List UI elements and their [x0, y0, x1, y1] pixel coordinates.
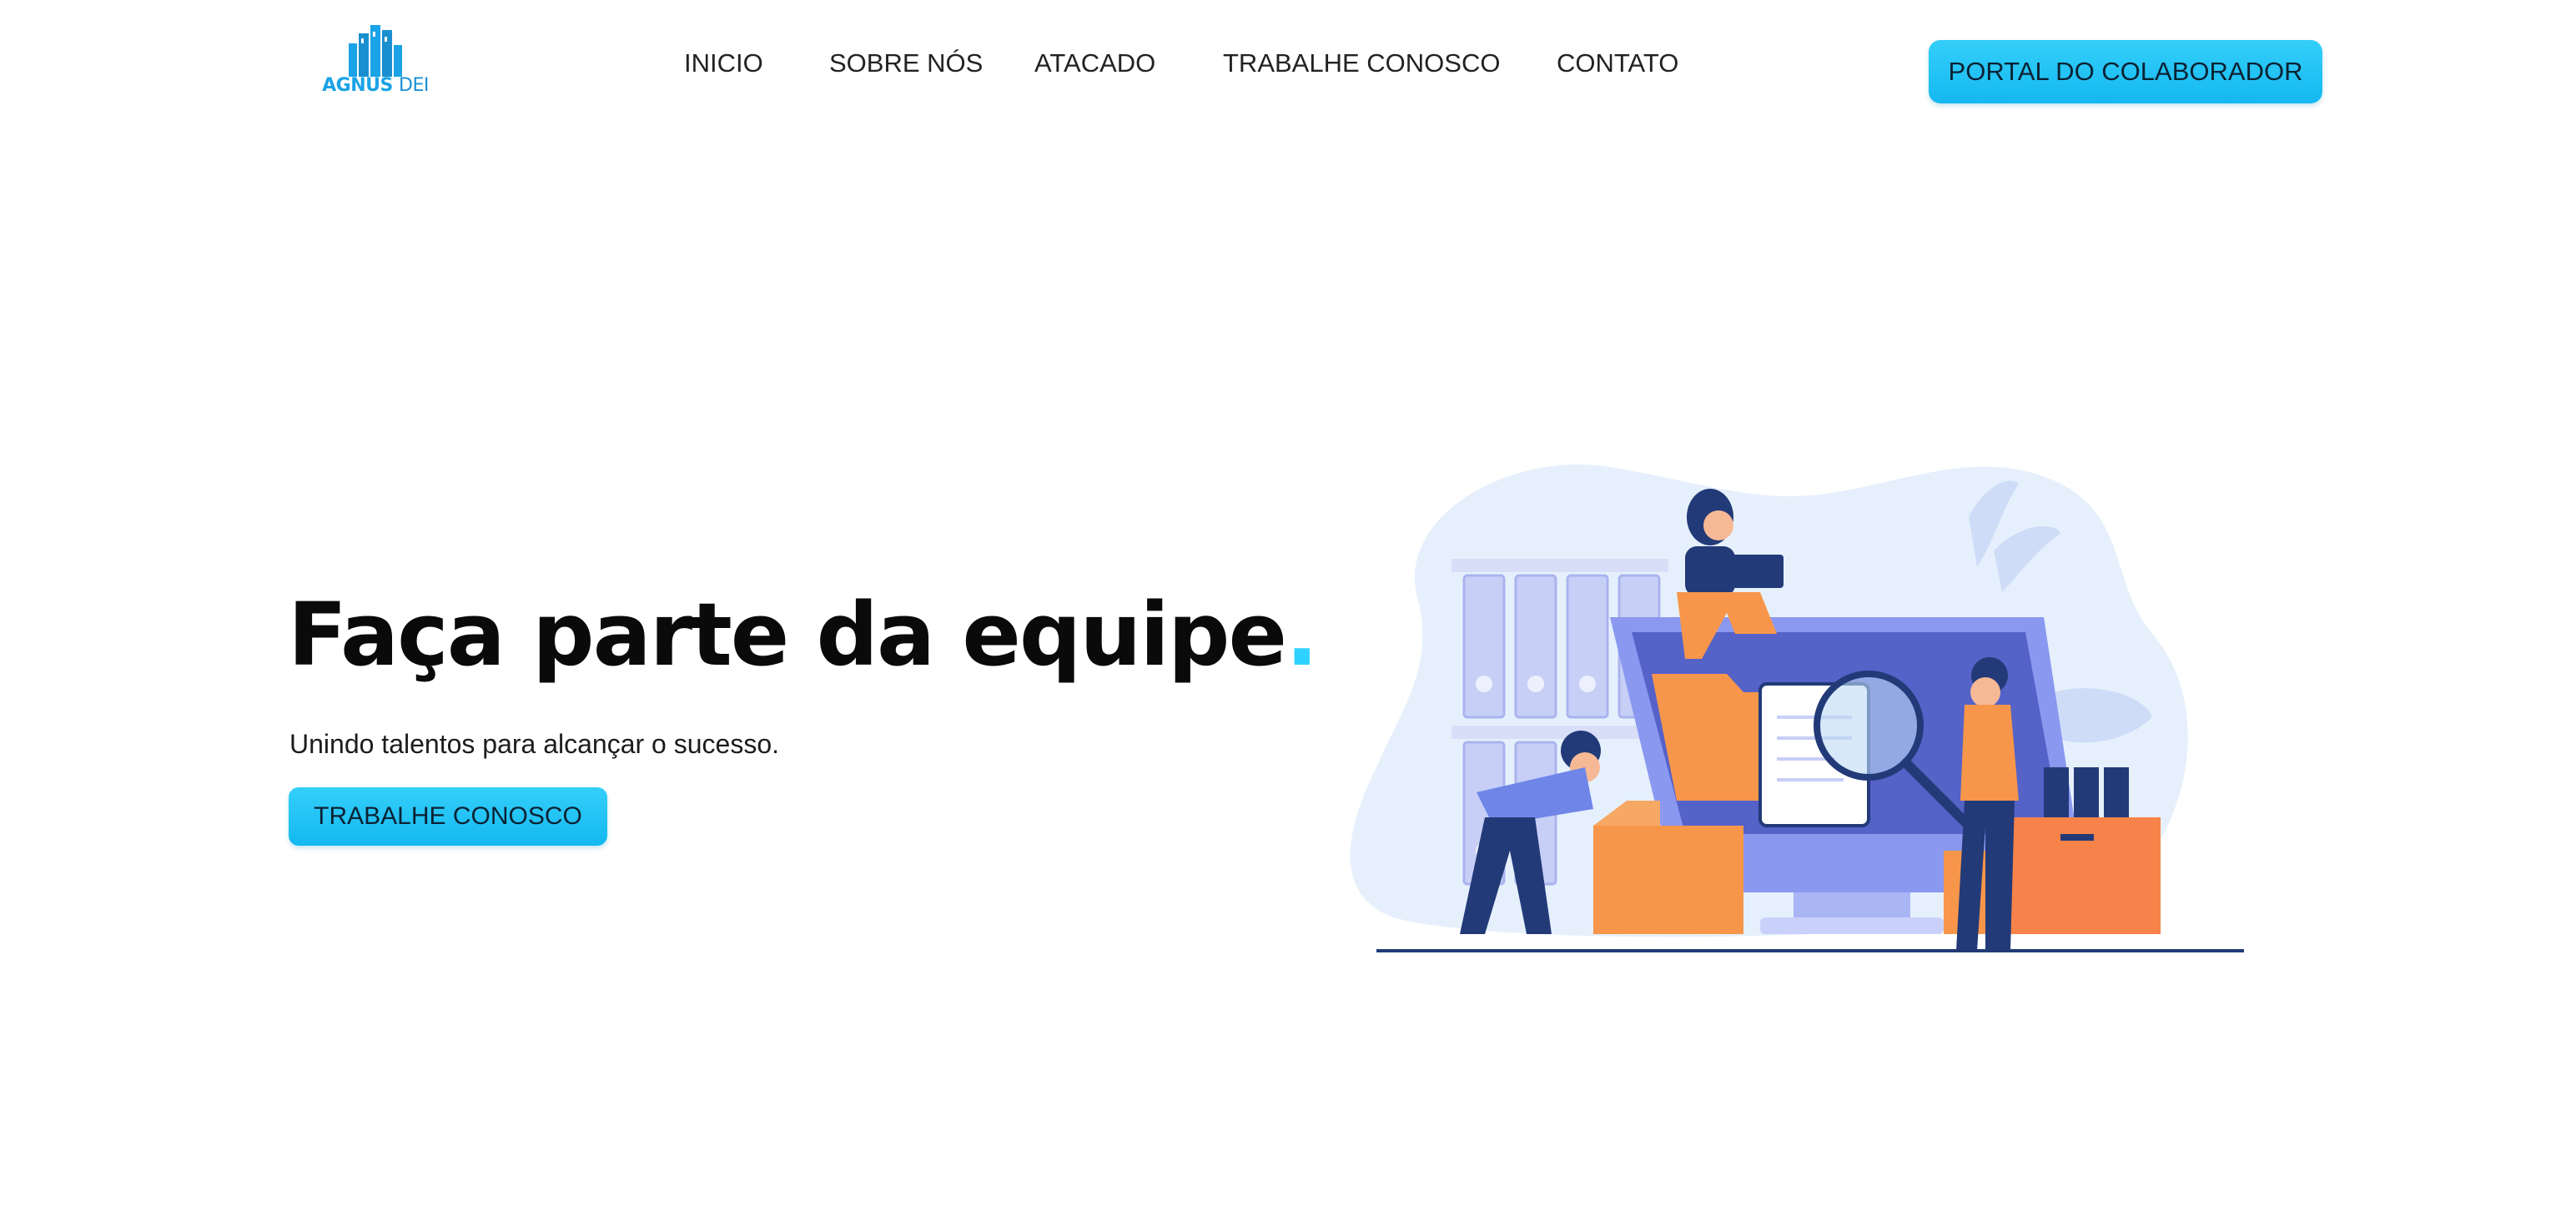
- hero-title-text: Faça parte da equipe: [288, 584, 1287, 686]
- brand-logo[interactable]: AGNUS DEI: [317, 25, 434, 108]
- trabalhe-conosco-button[interactable]: TRABALHE CONOSCO: [289, 787, 607, 846]
- nav-item-trabalhe-conosco[interactable]: TRABALHE CONOSCO: [1223, 48, 1500, 78]
- hero-subtitle: Unindo talentos para alcançar o sucesso.: [289, 729, 780, 759]
- hero-title-dot: .: [1285, 584, 1318, 686]
- brand-name-primary: AGNUS: [322, 75, 393, 96]
- brand-name-secondary: DEI: [399, 75, 429, 96]
- site-header: AGNUS DEI INICIO SOBRE NÓS ATACADO TRABA…: [0, 0, 2576, 142]
- hero-title: Faça parte da equipe.: [288, 584, 1319, 686]
- nav-item-contato[interactable]: CONTATO: [1557, 48, 1678, 78]
- portal-colaborador-button[interactable]: PORTAL DO COLABORADOR: [1929, 40, 2322, 103]
- nav-item-atacado[interactable]: ATACADO: [1034, 48, 1155, 78]
- nav-item-inicio[interactable]: INICIO: [684, 48, 763, 78]
- team-recruitment-illustration: [1350, 464, 2244, 952]
- brand-name: AGNUS DEI: [317, 75, 434, 96]
- nav-item-sobre-nos[interactable]: SOBRE NÓS: [829, 48, 983, 78]
- buildings-logo-icon: [349, 25, 402, 77]
